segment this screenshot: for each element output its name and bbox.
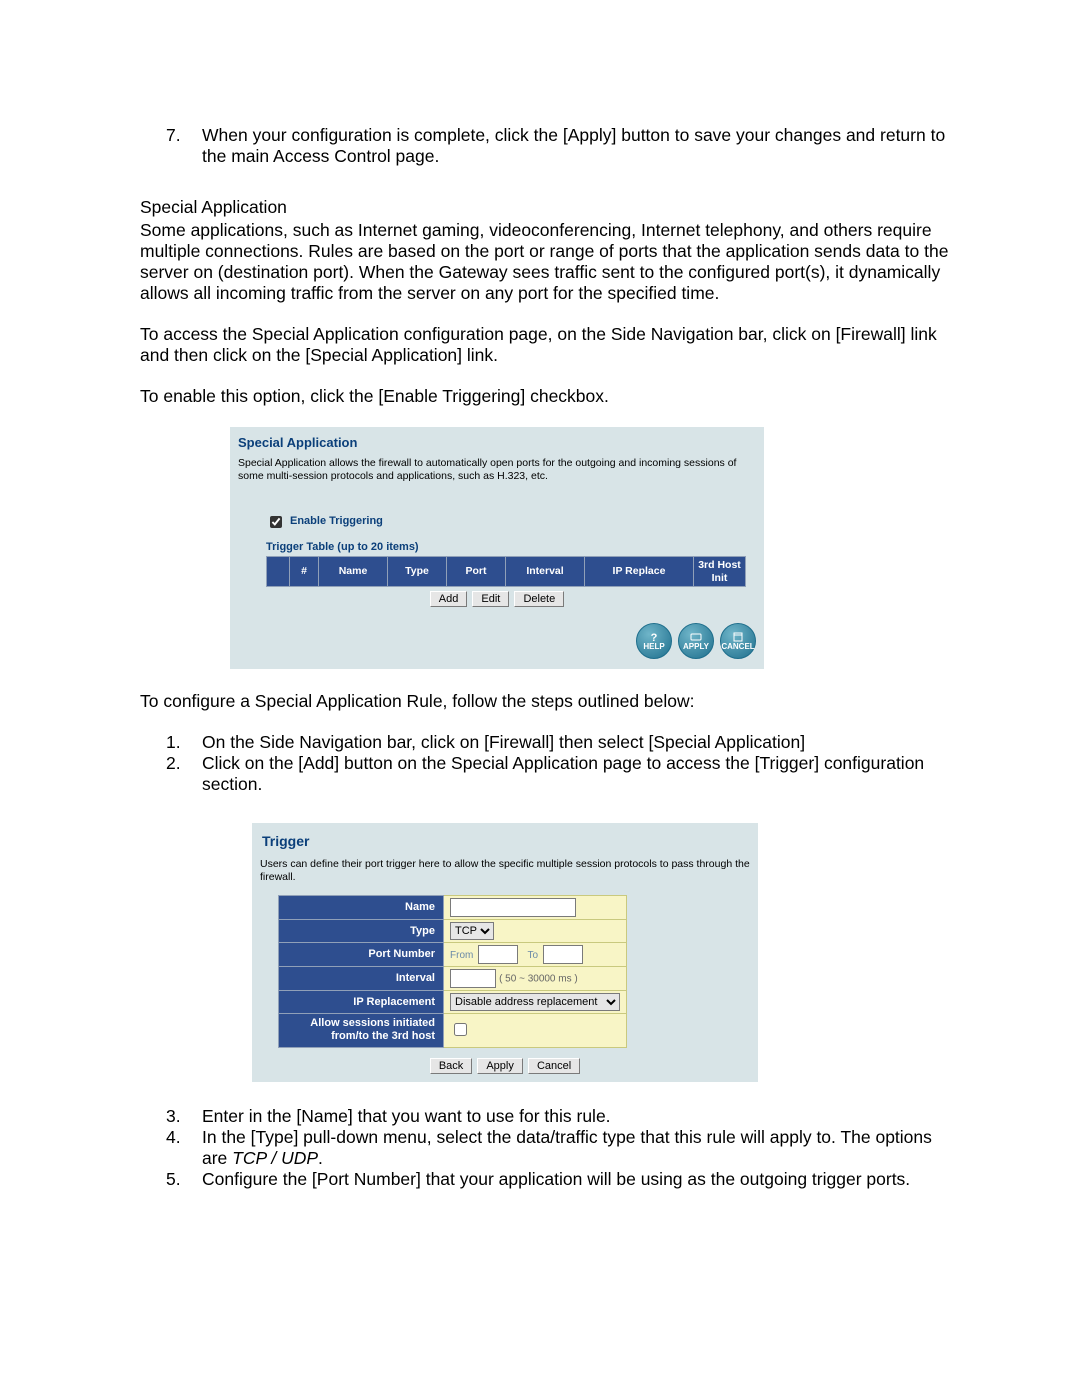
apply-button[interactable]: Apply <box>477 1058 523 1074</box>
form-label-type: Type <box>279 920 444 943</box>
form-button-row: Back Apply Cancel <box>260 1058 750 1074</box>
table-header: Interval <box>506 557 585 587</box>
port-from-input[interactable] <box>478 945 518 964</box>
list-item: 7. When your configuration is complete, … <box>166 125 950 167</box>
trigger-form-table: Name Type TCP Port Number From To <box>278 895 627 1047</box>
allow-3rd-host-checkbox[interactable] <box>454 1023 467 1036</box>
form-field-name <box>444 896 627 920</box>
help-icon: ? <box>648 632 660 642</box>
table-header-check <box>267 557 290 587</box>
list-text: Enter in the [Name] that you want to use… <box>202 1106 611 1127</box>
paragraph: To configure a Special Application Rule,… <box>140 691 950 712</box>
table-header: 3rd Host Init <box>694 557 746 587</box>
list-number: 1. <box>166 732 202 753</box>
form-field-allow <box>444 1014 627 1047</box>
table-header: IP Replace <box>585 557 694 587</box>
paragraph: Some applications, such as Internet gami… <box>140 220 950 304</box>
allow-line1: Allow sessions initiated <box>310 1017 435 1029</box>
apply-label: APPLY <box>683 643 709 651</box>
port-from-label: From <box>450 950 473 961</box>
list-item: 4. In the [Type] pull-down menu, select … <box>166 1127 950 1169</box>
panel-description: Users can define their port trigger here… <box>260 858 750 883</box>
cancel-icon <box>731 632 745 642</box>
panel-title: Trigger <box>262 833 750 850</box>
trigger-table-caption: Trigger Table (up to 20 items) <box>266 541 756 554</box>
form-label-interval: Interval <box>279 967 444 991</box>
list-text: When your configuration is complete, cli… <box>202 125 950 167</box>
port-to-label: To <box>527 950 538 961</box>
form-label-name: Name <box>279 896 444 920</box>
list-text-italic: TCP / UDP <box>232 1148 318 1168</box>
table-header: Name <box>319 557 388 587</box>
list-text-b: . <box>318 1148 323 1168</box>
form-field-interval: ( 50 ~ 30000 ms ) <box>444 967 627 991</box>
paragraph: To enable this option, click the [Enable… <box>140 386 950 407</box>
enable-triggering-row: Enable Triggering <box>266 513 756 531</box>
paragraph: To access the Special Application config… <box>140 324 950 366</box>
enable-triggering-label: Enable Triggering <box>290 515 383 528</box>
enable-triggering-checkbox[interactable] <box>270 516 282 528</box>
list-number: 7. <box>166 125 202 167</box>
document-page: 7. When your configuration is complete, … <box>0 0 1080 1397</box>
list-item: 3. Enter in the [Name] that you want to … <box>166 1106 950 1127</box>
list-item: 5. Configure the [Port Number] that your… <box>166 1169 950 1190</box>
ordered-list-mid: 1. On the Side Navigation bar, click on … <box>166 732 950 795</box>
table-header: Type <box>388 557 447 587</box>
svg-text:?: ? <box>651 632 658 642</box>
back-button[interactable]: Back <box>430 1058 472 1074</box>
ordered-list-top: 7. When your configuration is complete, … <box>166 125 950 167</box>
list-item: 2. Click on the [Add] button on the Spec… <box>166 753 950 795</box>
form-label-allow: Allow sessions initiated from/to the 3rd… <box>279 1014 444 1047</box>
ordered-list-bottom: 3. Enter in the [Name] that you want to … <box>166 1106 950 1190</box>
list-text: Configure the [Port Number] that your ap… <box>202 1169 910 1190</box>
trigger-panel: Trigger Users can define their port trig… <box>252 823 758 1081</box>
apply-button[interactable]: APPLY <box>678 623 714 659</box>
add-button[interactable]: Add <box>430 591 468 607</box>
port-to-input[interactable] <box>543 945 583 964</box>
table-header: Port <box>447 557 506 587</box>
type-select[interactable]: TCP <box>450 922 494 940</box>
section-title: Special Application <box>140 197 950 218</box>
list-number: 5. <box>166 1169 202 1190</box>
list-text: On the Side Navigation bar, click on [Fi… <box>202 732 805 753</box>
form-label-port: Port Number <box>279 943 444 967</box>
ip-replacement-select[interactable]: Disable address replacement <box>450 993 620 1011</box>
list-number: 2. <box>166 753 202 795</box>
panel-description: Special Application allows the firewall … <box>238 457 756 483</box>
form-label-iprep: IP Replacement <box>279 991 444 1014</box>
cancel-button[interactable]: Cancel <box>528 1058 580 1074</box>
form-field-type: TCP <box>444 920 627 943</box>
list-number: 4. <box>166 1127 202 1169</box>
interval-hint: ( 50 ~ 30000 ms ) <box>499 974 578 985</box>
list-item: 1. On the Side Navigation bar, click on … <box>166 732 950 753</box>
cancel-button[interactable]: CANCEL <box>720 623 756 659</box>
list-number: 3. <box>166 1106 202 1127</box>
round-button-row: ? HELP APPLY CANCEL <box>238 623 756 659</box>
help-label: HELP <box>643 643 664 651</box>
help-button[interactable]: ? HELP <box>636 623 672 659</box>
list-text: In the [Type] pull-down menu, select the… <box>202 1127 950 1169</box>
edit-button[interactable]: Edit <box>472 591 509 607</box>
allow-line2: from/to the 3rd host <box>331 1030 435 1042</box>
name-input[interactable] <box>450 898 576 917</box>
delete-button[interactable]: Delete <box>514 591 564 607</box>
special-application-panel: Special Application Special Application … <box>230 427 764 669</box>
cancel-label: CANCEL <box>721 643 754 651</box>
trigger-table: # Name Type Port Interval IP Replace 3rd… <box>266 556 746 587</box>
apply-icon <box>689 632 703 642</box>
form-field-port: From To <box>444 943 627 967</box>
interval-input[interactable] <box>450 969 496 988</box>
table-button-row: Add Edit Delete <box>238 591 756 607</box>
list-text: Click on the [Add] button on the Special… <box>202 753 950 795</box>
form-field-iprep: Disable address replacement <box>444 991 627 1014</box>
panel-title: Special Application <box>238 435 756 451</box>
table-header: # <box>290 557 319 587</box>
